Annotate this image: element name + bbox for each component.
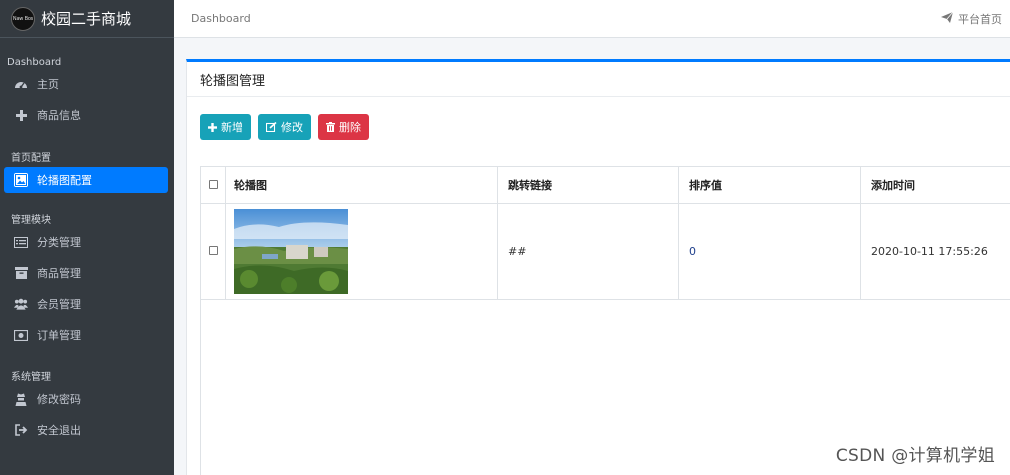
users-icon	[14, 297, 28, 311]
header-jump-link[interactable]: 跳转链接	[497, 166, 679, 204]
user-secret-icon	[14, 392, 28, 406]
dashboard-icon	[14, 77, 28, 91]
delete-button-label: 删除	[339, 122, 361, 134]
plus-icon	[14, 108, 28, 122]
table-header-row: 轮播图 跳转链接 排序值 添加时间	[200, 166, 1010, 204]
carousel-image-cell	[225, 203, 498, 300]
sidebar-item-label: 安全退出	[37, 424, 81, 437]
money-icon	[14, 328, 28, 342]
sidebar-item-label: 轮播图配置	[37, 174, 92, 187]
sidebar-item-label: 商品管理	[37, 267, 81, 280]
row-select-cell	[200, 203, 226, 300]
brand[interactable]: Naw Bos 校园二手商城	[0, 0, 174, 38]
sidebar-item-home[interactable]: 主页	[0, 69, 168, 99]
platform-home-link[interactable]: 平台首页	[941, 11, 1002, 27]
sidebar-item-order[interactable]: 订单管理	[0, 320, 168, 350]
nav-header-management: 管理模块	[11, 215, 51, 226]
paper-plane-icon	[941, 11, 954, 26]
add-button[interactable]: 新增	[200, 114, 251, 140]
toolbar: 新增 修改 删除	[200, 114, 369, 140]
list-icon	[14, 235, 28, 249]
header-add-time[interactable]: 添加时间	[860, 166, 1010, 204]
image-icon	[14, 173, 28, 187]
header-carousel-image[interactable]: 轮播图	[225, 166, 498, 204]
sidebar-item-label: 会员管理	[37, 298, 81, 311]
sidebar-item-label: 订单管理	[37, 329, 81, 342]
carousel-card: 轮播图管理 新增 修改 删除 轮播图 跳转链接 排序值 添加时间 ## 0 20…	[186, 59, 1010, 475]
trash-icon	[326, 122, 335, 132]
edit-button-label: 修改	[281, 122, 303, 134]
sidebar: Naw Bos 校园二手商城 Dashboard 主页 商品信息 首页配置 轮播…	[0, 0, 174, 475]
plus-icon	[208, 122, 217, 132]
brand-logo: Naw Bos	[11, 6, 35, 31]
topbar: Dashboard 平台首页	[174, 0, 1010, 38]
sidebar-item-goods-manage[interactable]: 商品管理	[0, 258, 168, 288]
nav-header-home-config: 首页配置	[11, 153, 51, 164]
carousel-table: 轮播图 跳转链接 排序值 添加时间 ## 0 2020-10-11 17:55:…	[200, 166, 1010, 475]
jump-link-cell: ##	[497, 203, 679, 300]
nav-header-dashboard: Dashboard	[7, 57, 62, 68]
sidebar-item-carousel-config[interactable]: 轮播图配置	[4, 167, 168, 193]
sidebar-item-label: 分类管理	[37, 236, 81, 249]
platform-home-label: 平台首页	[958, 12, 1002, 26]
carousel-thumbnail[interactable]	[234, 209, 348, 294]
watermark: CSDN @计算机学姐	[835, 446, 995, 466]
nav-header-system: 系统管理	[11, 372, 51, 383]
sort-value-cell: 0	[678, 203, 861, 300]
select-all-checkbox[interactable]	[208, 179, 218, 189]
breadcrumb[interactable]: Dashboard	[191, 12, 251, 25]
sign-out-icon	[14, 423, 28, 437]
sidebar-item-change-password[interactable]: 修改密码	[0, 384, 168, 414]
edit-button[interactable]: 修改	[258, 114, 311, 140]
table-row[interactable]: ## 0 2020-10-11 17:55:26	[200, 203, 1010, 300]
edit-icon	[266, 122, 277, 132]
brand-name: 校园二手商城	[41, 10, 132, 28]
sidebar-item-label: 主页	[37, 78, 59, 91]
row-checkbox[interactable]	[208, 246, 218, 255]
sidebar-item-category[interactable]: 分类管理	[0, 227, 168, 257]
page-title: 轮播图管理	[187, 62, 1010, 97]
header-sort-value[interactable]: 排序值	[678, 166, 861, 204]
sidebar-item-goods-info[interactable]: 商品信息	[0, 100, 168, 130]
add-time-cell: 2020-10-11 17:55:26	[860, 203, 1010, 300]
sidebar-item-logout[interactable]: 安全退出	[0, 415, 168, 445]
sidebar-item-label: 修改密码	[37, 393, 81, 406]
sidebar-item-member[interactable]: 会员管理	[0, 289, 168, 319]
select-all-cell	[200, 166, 226, 204]
delete-button[interactable]: 删除	[318, 114, 369, 140]
archive-icon	[14, 266, 28, 280]
sidebar-item-label: 商品信息	[37, 109, 81, 122]
add-button-label: 新增	[221, 122, 243, 134]
